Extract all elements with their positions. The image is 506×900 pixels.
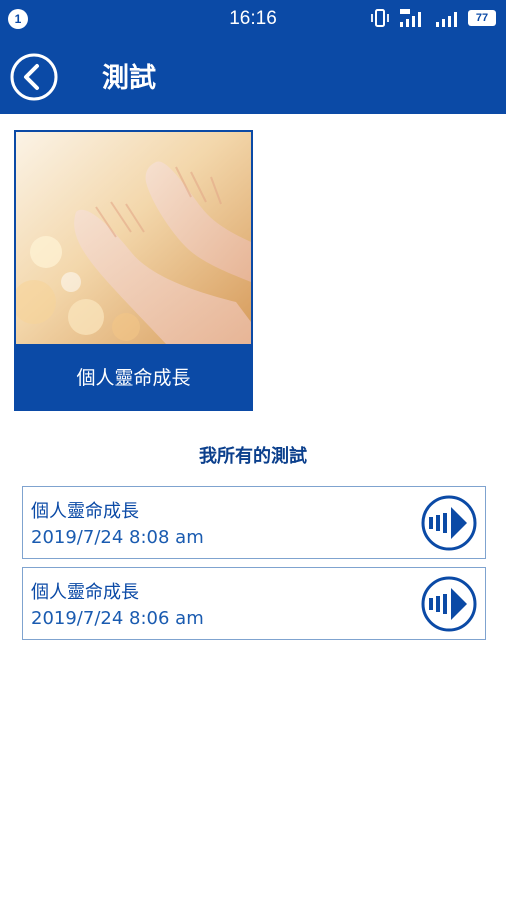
battery-icon: 77 [468,10,496,26]
result-item[interactable]: 個人靈命成長 2019/7/24 8:08 am [22,486,486,559]
vibrate-icon [371,9,389,27]
back-arrow-icon[interactable] [10,53,58,101]
result-date: 2019/7/24 8:06 am [31,608,204,629]
status-icons: 77 [370,8,496,28]
play-arrow-icon[interactable] [421,576,477,632]
result-item[interactable]: 個人靈命成長 2019/7/24 8:06 am [22,567,486,640]
signal-4g-icon [400,9,421,27]
result-name: 個人靈命成長 [31,501,139,522]
play-arrow-icon[interactable] [421,495,477,551]
result-date: 2019/7/24 8:08 am [31,527,204,548]
top-bar: 1 16:16 77 測試 [0,0,506,114]
result-name: 個人靈命成長 [31,582,139,603]
test-card[interactable]: 個人靈命成長 [14,130,253,411]
praying-hands-image [16,132,251,344]
signal-icon [436,12,457,27]
section-title: 我所有的測試 [199,446,307,467]
app-bar: 測試 [0,38,506,114]
page-title: 測試 [102,63,156,94]
status-bar: 1 16:16 77 [0,0,506,38]
card-label: 個人靈命成長 [76,367,191,389]
